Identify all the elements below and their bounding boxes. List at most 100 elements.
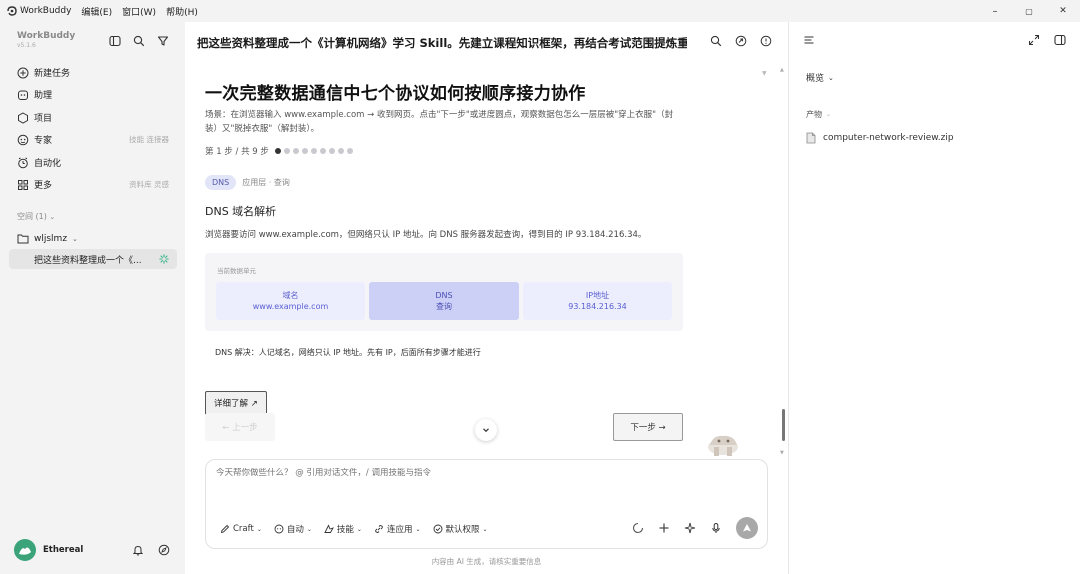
step-counter: 第 1 步 / 共 9 步 — [205, 147, 269, 157]
scroll-down-arrow-icon[interactable]: ▼ — [780, 450, 784, 456]
step-dots — [274, 148, 353, 154]
sidebar-item-project[interactable]: 项目 — [17, 111, 172, 124]
tool-label: 默认权限 — [445, 525, 480, 535]
send-button[interactable] — [736, 517, 758, 539]
brand: WorkBuddy v5.1.6 — [17, 31, 75, 49]
section-description: 浏览器要访问 www.example.com，但网络只认 IP 地址。向 DNS… — [205, 230, 647, 240]
sparkle-icon[interactable] — [684, 522, 696, 534]
tool-label: 技能 — [336, 525, 354, 535]
scrollbar-thumb[interactable] — [782, 409, 785, 441]
step-dot[interactable] — [274, 148, 281, 154]
sidebar-toggle-icon[interactable] — [109, 35, 121, 47]
loading-spinner-icon — [159, 254, 169, 264]
tool-label: 自动 — [286, 525, 304, 535]
next-step-button[interactable]: 下一步 → — [613, 413, 683, 441]
sidebar-item-new-task[interactable]: 新建任务 — [17, 66, 172, 79]
data-cell-ip: IP地址 93.184.216.34 — [523, 282, 672, 320]
link-icon — [375, 525, 383, 533]
share-icon[interactable] — [735, 35, 747, 47]
assistant-icon — [17, 89, 29, 101]
sidebar-item-assistant[interactable]: 助理 — [17, 88, 172, 101]
step-dot[interactable] — [346, 148, 353, 154]
close-button[interactable]: ✕ — [1046, 0, 1080, 22]
maximize-button[interactable]: ▢ — [1012, 0, 1046, 22]
tool-label: 连应用 — [386, 525, 413, 535]
file-item[interactable]: computer-network-review.zip — [806, 132, 954, 144]
step-dot[interactable] — [310, 148, 317, 154]
step-dot[interactable] — [328, 148, 335, 154]
protocol-tagline: DNS 应用层 · 查询 — [205, 175, 685, 190]
ai-disclaimer: 内容由 AI 生成，请核实重要信息 — [431, 557, 542, 566]
craft-mode-button[interactable]: Craft ⌄ — [220, 524, 262, 534]
menu-window[interactable]: 窗口(W) — [122, 5, 156, 18]
menu-help[interactable]: 帮助(H) — [166, 5, 198, 18]
connect-app-button[interactable]: 连应用 ⌄ — [374, 523, 421, 535]
avatar — [14, 539, 36, 561]
filter-icon[interactable] — [157, 35, 169, 47]
skills-button[interactable]: 技能 ⌄ — [324, 523, 362, 535]
scrollbar-track — [779, 62, 785, 462]
sidebar-item-label: 专家 — [34, 136, 53, 146]
step-dot[interactable] — [319, 148, 326, 154]
search-icon[interactable] — [710, 35, 722, 47]
workbuddy-logo-icon — [7, 6, 17, 16]
search-icon[interactable] — [133, 35, 145, 47]
info-icon[interactable] — [760, 35, 772, 47]
products-section-header[interactable]: 产物 ⌄ — [806, 109, 831, 120]
learn-more-button[interactable]: 详细了解 ↗ — [205, 391, 267, 415]
mascot-illustration-icon — [708, 435, 738, 456]
chevron-down-icon: ⌄ — [72, 234, 78, 243]
pen-icon — [220, 524, 230, 534]
scroll-down-button[interactable] — [475, 419, 497, 441]
cell-value: www.example.com — [252, 302, 329, 311]
task-item-active[interactable]: 把这些资料整理成一个《... — [9, 249, 177, 269]
chevron-down-icon: ⌄ — [826, 111, 832, 118]
plus-circle-icon — [17, 67, 29, 79]
step-dot[interactable] — [283, 148, 290, 154]
user-profile[interactable]: Ethereal — [14, 539, 83, 561]
cell-title: DNS — [435, 291, 453, 300]
main-panel: 把这些资料整理成一个《计算机网络》学习 Skill。先建立课程知识框架，再结合考… — [185, 22, 788, 574]
minimize-button[interactable]: – — [978, 0, 1012, 22]
loading-icon — [632, 522, 644, 534]
sidebar-item-more[interactable]: 更多 资料库 灵感 — [17, 178, 172, 191]
data-cell-dns: DNS 查询 — [369, 282, 519, 320]
step-dot[interactable] — [301, 148, 308, 154]
outline-menu-icon[interactable] — [803, 34, 815, 46]
spaces-label: 空间 (1) — [17, 212, 47, 221]
sidebar-item-automation[interactable]: 自动化 — [17, 156, 172, 169]
microphone-icon[interactable] — [710, 522, 722, 534]
permission-button[interactable]: 默认权限 ⌄ — [433, 523, 488, 535]
products-label: 产物 — [806, 110, 822, 119]
compass-icon[interactable] — [158, 544, 170, 556]
cell-value: 93.184.216.34 — [568, 302, 627, 311]
spaces-header[interactable]: 空间 (1) ⌄ — [17, 211, 55, 222]
file-icon — [806, 132, 816, 144]
step-dot[interactable] — [337, 148, 344, 154]
sidebar-item-label: 自动化 — [34, 159, 62, 169]
sidebar-item-label: 项目 — [34, 114, 53, 124]
sidebar-item-label: 助理 — [34, 91, 53, 101]
bell-icon[interactable] — [132, 544, 144, 556]
overview-label: 概览 — [806, 74, 825, 84]
chat-input[interactable] — [216, 468, 736, 478]
collapse-marker-icon: ▼ — [762, 70, 767, 77]
chevron-down-icon: ⌄ — [49, 213, 56, 221]
expand-icon[interactable] — [1028, 34, 1040, 46]
grid-icon — [17, 179, 29, 191]
plus-icon[interactable] — [658, 522, 670, 534]
app-logo: WorkBuddy — [7, 6, 71, 16]
sidebar-item-expert[interactable]: 专家 技能 连接器 — [17, 133, 172, 146]
prev-step-button[interactable]: ← 上一步 — [205, 413, 275, 441]
menu-edit[interactable]: 编辑(E) — [81, 5, 112, 18]
step-dot[interactable] — [292, 148, 299, 154]
panel-toggle-icon[interactable] — [1054, 34, 1066, 46]
automation-icon — [17, 157, 29, 169]
lesson-heading: 一次完整数据通信中七个协议如何按顺序接力协作 — [205, 84, 586, 104]
scroll-up-arrow-icon[interactable]: ▲ — [780, 67, 784, 73]
scene-description: 场景：在浏览器输入 www.example.com → 收到网页。点击"下一步"… — [205, 110, 674, 134]
workspace-item[interactable]: wljslmz ⌄ — [17, 233, 78, 244]
overview-dropdown[interactable]: 概览 ⌄ — [806, 71, 834, 85]
right-panel: 概览 ⌄ 产物 ⌄ computer-network-review.zip — [788, 22, 1080, 574]
auto-mode-button[interactable]: 自动 ⌄ — [274, 523, 312, 535]
